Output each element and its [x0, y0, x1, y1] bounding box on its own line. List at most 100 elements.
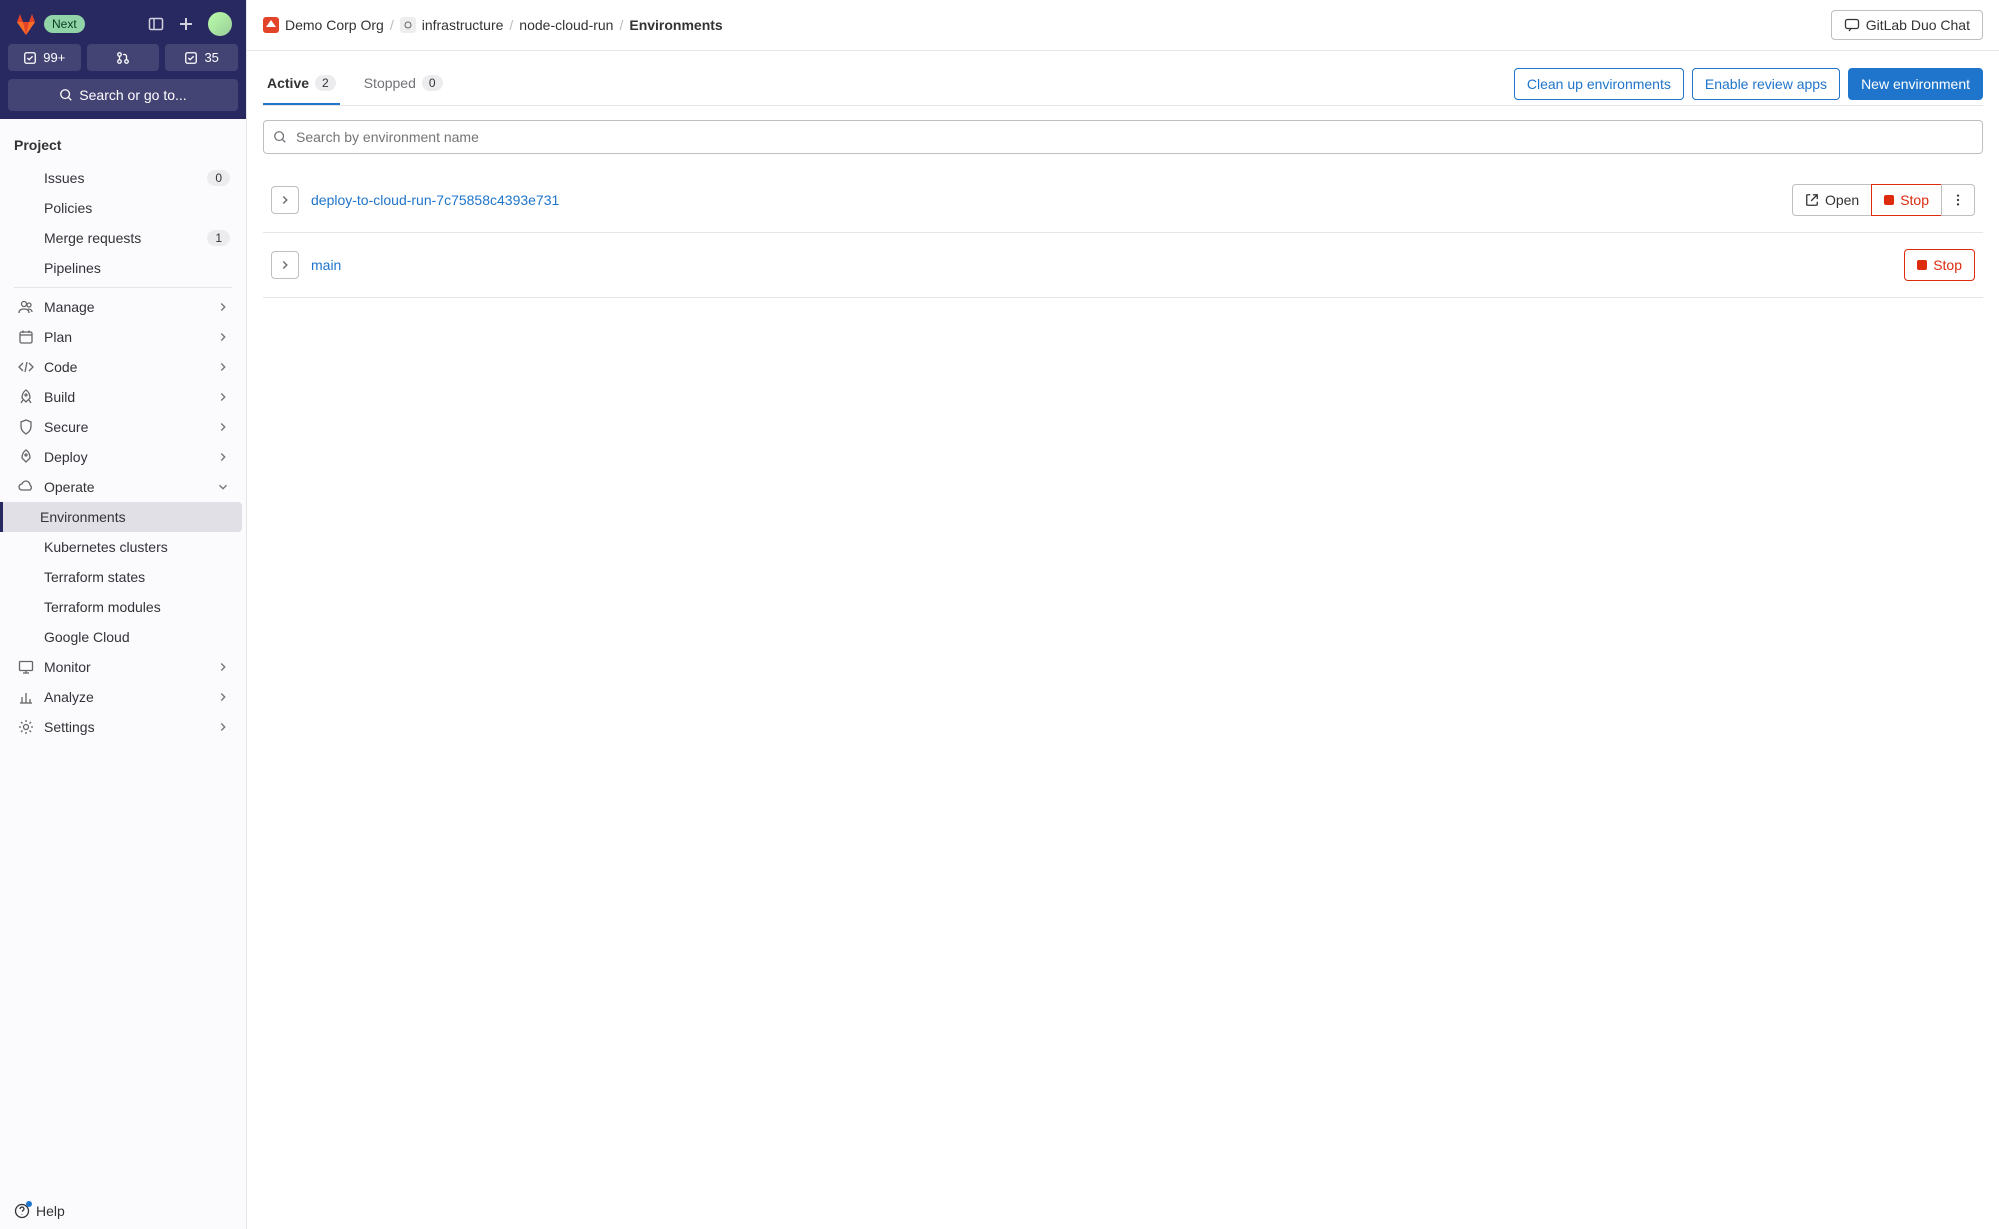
page-header: Active 2 Stopped 0 Clean up environments… — [263, 51, 1983, 105]
expand-button[interactable] — [271, 251, 299, 279]
sidebar-item-issues[interactable]: Issues 0 — [44, 163, 242, 193]
sidebar-subitem-terraform-modules[interactable]: Terraform modules — [44, 592, 242, 622]
topbar: Demo Corp Org / infrastructure / node-cl… — [247, 0, 1999, 51]
chevron-right-icon — [216, 690, 230, 704]
deploy-icon — [18, 449, 34, 465]
sidebar-item-deploy[interactable]: Deploy — [4, 442, 242, 472]
search-button[interactable]: Search or go to... — [8, 79, 238, 111]
main: Demo Corp Org / infrastructure / node-cl… — [247, 0, 1999, 1229]
chevron-right-icon — [216, 720, 230, 734]
logo-area[interactable]: Next — [14, 12, 85, 36]
chevron-right-icon — [216, 660, 230, 674]
divider — [14, 287, 232, 288]
chevron-right-icon — [278, 193, 292, 207]
group-avatar-icon — [400, 17, 416, 33]
chevron-right-icon — [278, 258, 292, 272]
search-icon — [273, 130, 287, 144]
review-icon — [184, 51, 198, 65]
chevron-right-icon — [216, 450, 230, 464]
tab-active[interactable]: Active 2 — [263, 63, 340, 105]
sidebar-subitem-google-cloud[interactable]: Google Cloud — [44, 622, 242, 652]
sidebar-header: Next 99+ — [0, 0, 246, 119]
breadcrumb-current: Environments — [629, 17, 722, 33]
breadcrumbs: Demo Corp Org / infrastructure / node-cl… — [263, 17, 723, 33]
stop-button[interactable]: Stop — [1871, 184, 1942, 216]
help-button[interactable]: Help — [0, 1193, 246, 1229]
plus-icon — [178, 16, 194, 32]
tab-stopped[interactable]: Stopped 0 — [360, 63, 447, 105]
sidebar-item-settings[interactable]: Settings — [4, 712, 242, 742]
sidebar-item-manage[interactable]: Manage — [4, 292, 242, 322]
chevron-right-icon — [216, 360, 230, 374]
tabs: Active 2 Stopped 0 — [263, 63, 447, 105]
stop-icon — [1884, 195, 1894, 205]
sidebar-subitem-environments[interactable]: Environments — [0, 502, 242, 532]
gitlab-logo-icon — [14, 12, 38, 36]
chevron-right-icon — [216, 420, 230, 434]
environment-name-link[interactable]: main — [311, 257, 1892, 273]
tab-border — [263, 105, 1983, 106]
environments-list: deploy-to-cloud-run-7c75858c4393e731 Open… — [263, 168, 1983, 298]
gear-icon — [18, 719, 34, 735]
sidebar-item-monitor[interactable]: Monitor — [4, 652, 242, 682]
users-icon — [18, 299, 34, 315]
page-actions: Clean up environments Enable review apps… — [1514, 68, 1983, 100]
review-button[interactable]: 35 — [165, 44, 238, 71]
project-section-title[interactable]: Project — [0, 131, 246, 163]
more-actions-button[interactable] — [1941, 184, 1975, 216]
sidebar-icon — [148, 16, 164, 32]
sidebar-item-secure[interactable]: Secure — [4, 412, 242, 442]
breadcrumb-org[interactable]: Demo Corp Org — [285, 17, 384, 33]
sidebar-item-merge-requests[interactable]: Merge requests 1 — [44, 223, 242, 253]
sidebar-item-operate[interactable]: Operate — [4, 472, 242, 502]
external-link-icon — [1805, 193, 1819, 207]
open-button[interactable]: Open — [1792, 184, 1872, 216]
cleanup-button[interactable]: Clean up environments — [1514, 68, 1684, 100]
environment-row: main Stop — [263, 233, 1983, 298]
monitor-icon — [18, 659, 34, 675]
merge-requests-button[interactable] — [87, 44, 160, 71]
kebab-icon — [1951, 193, 1965, 207]
merge-icon — [116, 51, 130, 65]
new-environment-button[interactable]: New environment — [1848, 68, 1983, 100]
chevron-right-icon — [216, 300, 230, 314]
duo-chat-button[interactable]: GitLab Duo Chat — [1831, 10, 1983, 40]
environment-actions: Stop — [1904, 249, 1975, 281]
next-badge[interactable]: Next — [44, 15, 85, 33]
environment-search-input[interactable] — [263, 120, 1983, 154]
enable-review-button[interactable]: Enable review apps — [1692, 68, 1840, 100]
expand-button[interactable] — [271, 186, 299, 214]
sidebar-item-analyze[interactable]: Analyze — [4, 682, 242, 712]
calendar-icon — [18, 329, 34, 345]
chevron-right-icon — [216, 330, 230, 344]
sidebar-item-plan[interactable]: Plan — [4, 322, 242, 352]
breadcrumb-group[interactable]: infrastructure — [422, 17, 504, 33]
cloud-icon — [18, 479, 34, 495]
sidebar-subitem-kubernetes[interactable]: Kubernetes clusters — [44, 532, 242, 562]
chevron-right-icon — [216, 390, 230, 404]
code-icon — [18, 359, 34, 375]
sidebar-toggle-button[interactable] — [148, 16, 164, 32]
environment-actions: OpenStop — [1792, 184, 1975, 216]
chevron-down-icon — [216, 480, 230, 494]
sidebar-item-code[interactable]: Code — [4, 352, 242, 382]
create-button[interactable] — [178, 16, 194, 32]
stop-button[interactable]: Stop — [1904, 249, 1975, 281]
chart-icon — [18, 689, 34, 705]
notification-dot-icon — [26, 1201, 32, 1207]
sidebar: Next 99+ — [0, 0, 247, 1229]
chat-icon — [1844, 17, 1860, 33]
sidebar-subitem-terraform-states[interactable]: Terraform states — [44, 562, 242, 592]
todo-icon — [23, 51, 37, 65]
search-icon — [59, 88, 73, 102]
sidebar-item-pipelines[interactable]: Pipelines — [44, 253, 242, 283]
shield-icon — [18, 419, 34, 435]
user-avatar[interactable] — [208, 12, 232, 36]
todos-button[interactable]: 99+ — [8, 44, 81, 71]
environment-row: deploy-to-cloud-run-7c75858c4393e731 Open… — [263, 168, 1983, 233]
sidebar-item-policies[interactable]: Policies — [44, 193, 242, 223]
sidebar-item-build[interactable]: Build — [4, 382, 242, 412]
org-avatar-icon — [263, 17, 279, 33]
environment-name-link[interactable]: deploy-to-cloud-run-7c75858c4393e731 — [311, 192, 1780, 208]
breadcrumb-project[interactable]: node-cloud-run — [519, 17, 613, 33]
